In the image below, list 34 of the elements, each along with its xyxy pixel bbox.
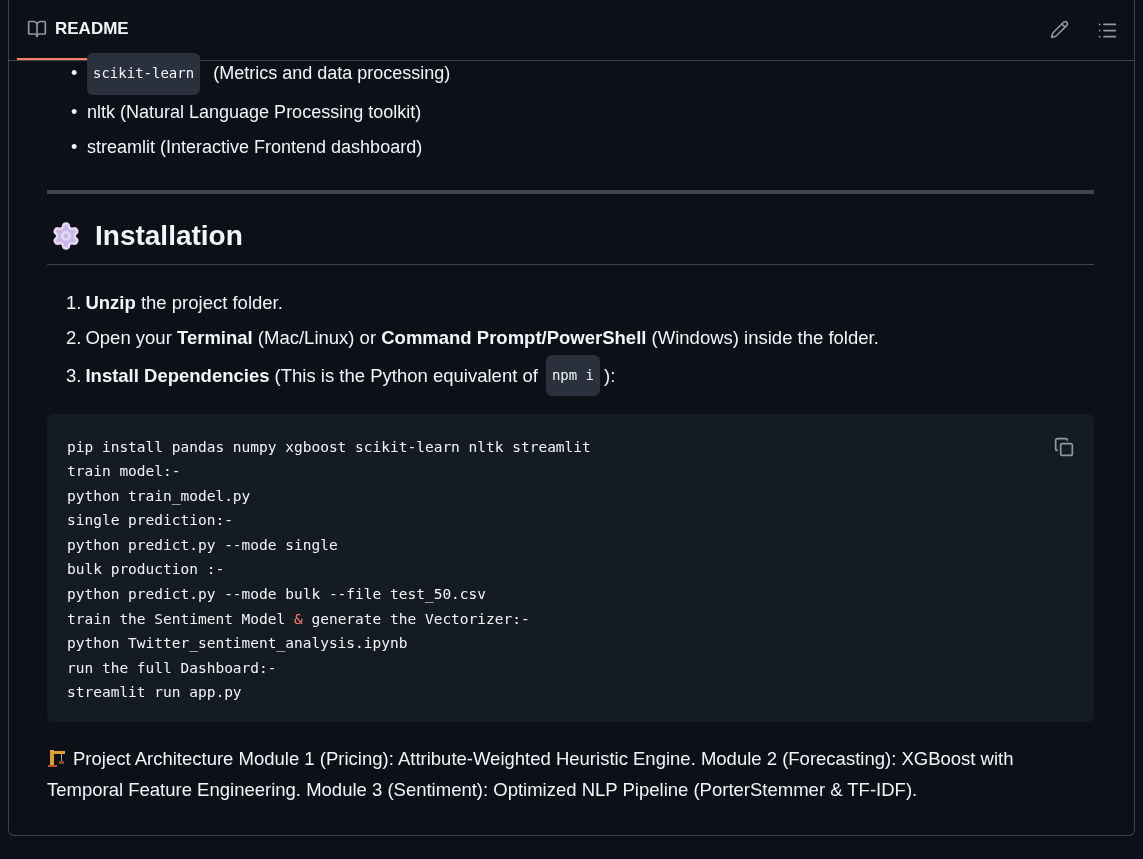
copy-icon[interactable] [1054, 436, 1074, 457]
inline-code: npm i [545, 354, 601, 396]
code-line: train model:- [67, 462, 182, 482]
list-item-text: nltk (Natural Language Processing toolkit) [87, 100, 422, 124]
list-item-text: streamlit (Interactive Frontend dashboard) [87, 136, 423, 159]
code-line: streamlit run app.py [67, 683, 243, 703]
edit-icon[interactable] [1050, 19, 1069, 39]
list-item-text: (Metrics and data processing) [213, 62, 451, 85]
gear-icon [51, 220, 81, 251]
code-line: python train_model.py [67, 486, 252, 507]
step-text: ): [604, 363, 616, 388]
code-line: python predict.py --mode bulk --file test_50.csv [67, 585, 488, 605]
code-line: train the Sentiment Model & generate the Vectorizer:- [67, 609, 531, 629]
crane-icon [47, 748, 67, 769]
step-text: Open your Terminal (Mac/Linux) or Command Prompt/PowerShell (Windows) inside the folder. [85, 325, 879, 350]
book-icon [27, 19, 47, 39]
inline-code: scikit-learn [87, 53, 201, 95]
step-number: 1. [66, 290, 82, 315]
code-line: single prediction:- [67, 511, 234, 531]
section-heading: Installation [95, 219, 243, 252]
step-number: 3. [66, 363, 82, 388]
step-text: Install Dependencies (This is the Python equivalent of [85, 363, 538, 388]
code-line: python Twitter_sentiment_analysis.ipynb [67, 634, 409, 654]
code-line: pip install pandas numpy xgboost scikit-learn nltk streamlit [67, 437, 591, 457]
step-number: 2. [66, 325, 82, 350]
code-line: python predict.py --mode single [67, 535, 339, 555]
code-line: bulk production :- [67, 560, 226, 580]
bullet-marker: • [71, 136, 79, 159]
architecture-paragraph: Project Architecture Module 1 (Pricing): Attribute-Weighted Heuristic Engine. Module 2 (Forecasting): XGBoost with Temporal Feature Engineering. Module 3 (Sentiment): Optimized NLP Pipeline (PorterStemmer & TF-IDF). [47, 747, 1015, 802]
tab-label: README [55, 19, 129, 39]
code-line: run the full Dashboard:- [67, 658, 278, 678]
step-text: Unzip the project folder. [85, 290, 283, 315]
bullet-marker: • [71, 100, 79, 124]
bullet-marker: • [71, 62, 79, 85]
